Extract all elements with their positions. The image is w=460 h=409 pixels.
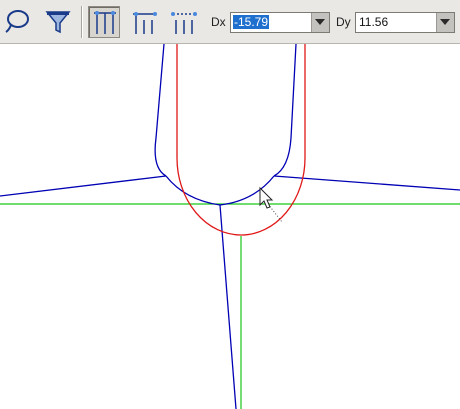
wire-down-branch	[219, 204, 237, 409]
chevron-down-icon	[440, 19, 450, 25]
lasso-select-icon	[5, 10, 29, 33]
chevron-down-icon	[315, 19, 325, 25]
highlight-outline	[176, 44, 306, 236]
wire-left-arm	[154, 44, 167, 177]
dx-value[interactable]: -15.79	[233, 15, 270, 29]
wire-left-branch	[0, 175, 167, 197]
wire-left-curve	[165, 175, 221, 206]
filter-funnel-icon	[45, 11, 71, 34]
align-dots-button[interactable]	[168, 6, 200, 38]
align-dots-icon	[171, 12, 197, 34]
align-top-button[interactable]	[128, 6, 160, 38]
dy-combobox[interactable]: 11.56	[355, 12, 455, 33]
dy-label: Dy	[336, 15, 351, 29]
drawing-canvas[interactable]	[0, 44, 460, 409]
toolbar: Dx -15.79 Dy 11.56	[0, 0, 460, 44]
align-top-icon	[133, 12, 157, 34]
dx-dropdown-button[interactable]	[311, 13, 329, 32]
wire-right-arm	[273, 44, 297, 177]
dx-label: Dx	[211, 15, 226, 29]
align-verticals-button[interactable]	[88, 6, 120, 38]
mouse-cursor-icon	[259, 186, 274, 209]
lasso-select-button[interactable]	[2, 6, 34, 38]
dy-dropdown-button[interactable]	[436, 13, 454, 32]
dy-value[interactable]: 11.56	[358, 15, 389, 29]
filter-button[interactable]	[42, 6, 74, 38]
align-verticals-icon	[94, 11, 116, 34]
toolbar-separator	[81, 6, 83, 38]
dx-combobox[interactable]: -15.79	[230, 12, 330, 33]
